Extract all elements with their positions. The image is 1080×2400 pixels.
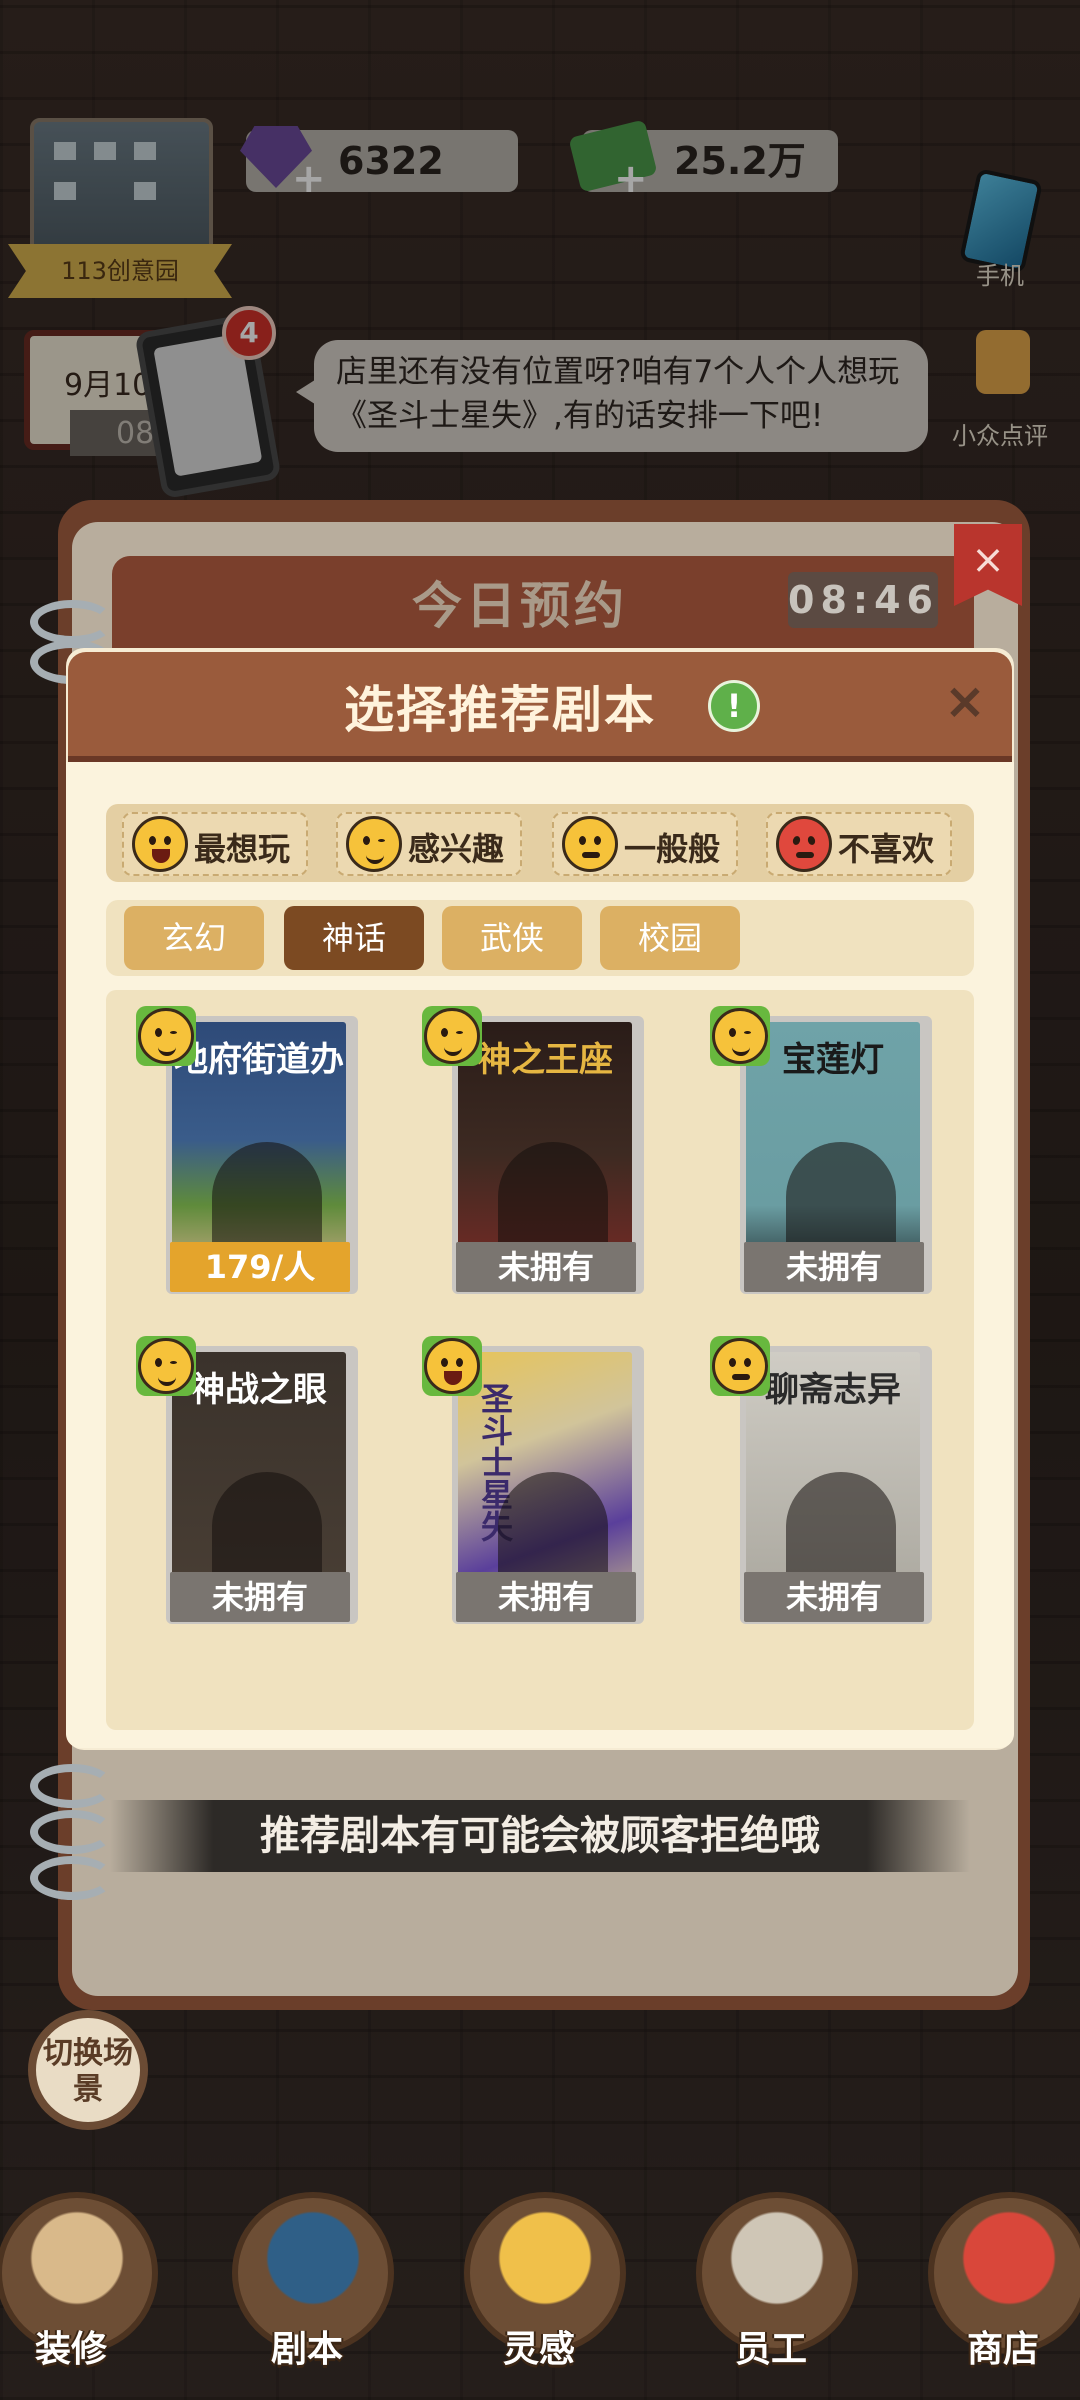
interested-emoji-icon (138, 1008, 194, 1064)
interested-emoji-icon (712, 1008, 768, 1064)
notebook-clock: 08:46 (788, 572, 938, 628)
script-title: 宝莲灯 (782, 1040, 884, 1080)
switch-scene-button[interactable]: 切换场景 (28, 2010, 148, 2130)
nav-label: 商店 (966, 2329, 1039, 2370)
neutral-emoji-icon (712, 1338, 768, 1394)
legend-label: 感兴趣 (408, 830, 505, 868)
script-status-label: 179/人 (170, 1242, 350, 1292)
script-card[interactable]: 神之王座 未拥有 (422, 1006, 644, 1294)
nav-label: 员工 (734, 2329, 807, 2370)
script-mood-badge (422, 1006, 482, 1066)
cover-illustration (498, 1142, 608, 1252)
nav-label: 剧本 (270, 2329, 343, 2370)
script-card[interactable]: 地府街道办 179/人 (136, 1006, 358, 1294)
script-status-label: 未拥有 (744, 1242, 924, 1292)
script-mood-badge (136, 1006, 196, 1066)
script-card[interactable]: 聊斋志异 未拥有 (710, 1336, 932, 1624)
legend-label: 一般般 (624, 830, 721, 868)
love-emoji-icon (132, 816, 188, 872)
nav-label: 装修 (34, 2329, 107, 2370)
info-icon[interactable]: ! (708, 680, 760, 732)
cover-illustration (786, 1472, 896, 1582)
neutral-emoji-icon (562, 816, 618, 872)
love-emoji-icon (424, 1338, 480, 1394)
script-mood-badge (422, 1336, 482, 1396)
category-tab-2[interactable]: 武侠 (442, 906, 582, 970)
cover-illustration (786, 1142, 896, 1252)
script-mood-badge (710, 1006, 770, 1066)
notebook-title: 今日预约 (412, 577, 628, 635)
modal-title: 选择推荐剧本 (344, 681, 656, 739)
nav-label: 灵感 (502, 2329, 575, 2370)
script-card[interactable]: 圣斗士星失 未拥有 (422, 1336, 644, 1624)
interested-emoji-icon (138, 1338, 194, 1394)
script-card[interactable]: 神战之眼 未拥有 (136, 1336, 358, 1624)
cover-illustration (498, 1472, 608, 1582)
category-tab-3[interactable]: 校园 (600, 906, 740, 970)
legend-neutral: 一般般 (552, 812, 738, 876)
script-title: 神战之眼 (191, 1370, 327, 1410)
dislike-emoji-icon (776, 816, 832, 872)
script-status-label: 未拥有 (744, 1572, 924, 1622)
legend-interested: 感兴趣 (336, 812, 522, 876)
script-title: 神之王座 (477, 1040, 613, 1080)
script-card[interactable]: 宝莲灯 未拥有 (710, 1006, 932, 1294)
script-status-label: 未拥有 (456, 1572, 636, 1622)
modal-close-button[interactable]: × (940, 676, 990, 726)
script-mood-badge (710, 1336, 770, 1396)
legend-label: 不喜欢 (838, 830, 935, 868)
script-mood-badge (136, 1336, 196, 1396)
cover-illustration (212, 1472, 322, 1582)
script-title: 地府街道办 (174, 1040, 344, 1080)
recommendation-tip: 推荐剧本有可能会被顾客拒绝哦 (110, 1800, 970, 1872)
legend-love: 最想玩 (122, 812, 308, 876)
script-title: 聊斋志异 (765, 1370, 901, 1410)
legend-label: 最想玩 (194, 830, 291, 868)
cover-illustration (212, 1142, 322, 1252)
legend-dislike: 不喜欢 (766, 812, 952, 876)
interested-emoji-icon (424, 1008, 480, 1064)
category-tab-0[interactable]: 玄幻 (124, 906, 264, 970)
script-status-label: 未拥有 (170, 1572, 350, 1622)
category-tab-1[interactable]: 神话 (284, 906, 424, 970)
interested-emoji-icon (346, 816, 402, 872)
script-status-label: 未拥有 (456, 1242, 636, 1292)
